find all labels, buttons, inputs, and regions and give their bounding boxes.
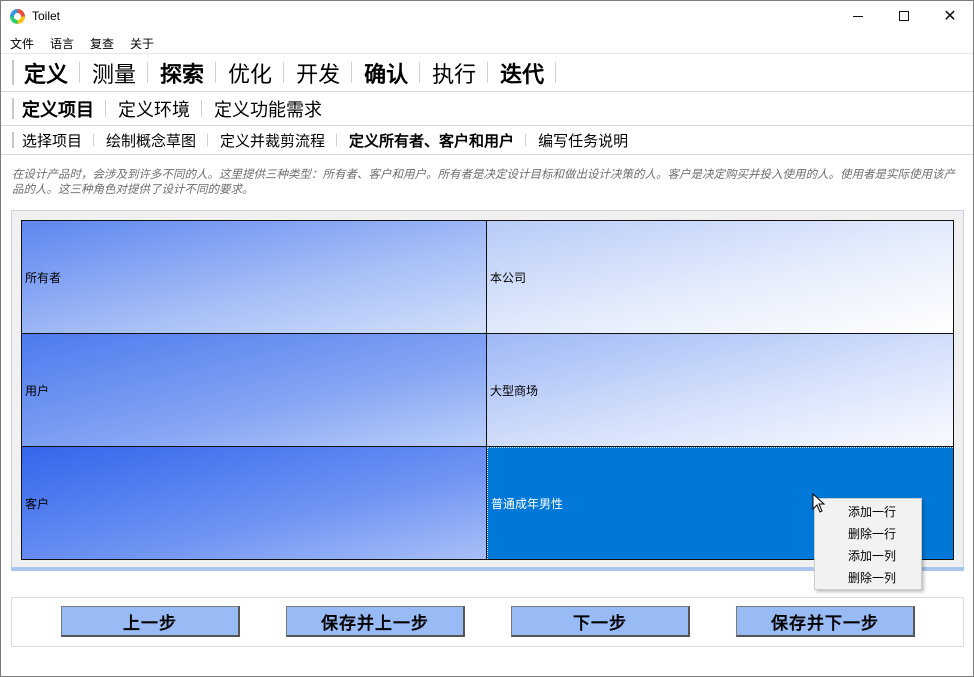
tab-label: 定义所有者、客户和用户 [349,131,515,150]
tab-select-project[interactable]: 选择项目 [10,126,95,154]
tab-optimize[interactable]: 优化 [216,54,285,91]
maximize-icon [899,11,909,21]
table-cell-value[interactable]: 本公司 [487,221,953,334]
minimize-icon [853,15,863,17]
tab-execute[interactable]: 执行 [420,54,489,91]
tab-define-process[interactable]: 定义并裁剪流程 [208,126,338,154]
tab-develop[interactable]: 开发 [284,54,353,91]
tab-define-requirements[interactable]: 定义功能需求 [202,92,334,125]
tab-label: 绘制概念草图 [106,131,197,150]
tab-label: 优化 [228,62,273,88]
tab-label: 编写任务说明 [538,131,629,150]
tab-iterate[interactable]: 迭代 [488,54,557,91]
app-logo-icon [10,9,25,24]
step-tab-bar: 选择项目 绘制概念草图 定义并裁剪流程 定义所有者、客户和用户 编写任务说明 [1,125,973,155]
window-title: Toilet [32,9,61,23]
tab-label: 探索 [160,62,205,88]
menu-review[interactable]: 复查 [90,35,114,52]
tab-label: 定义项目 [22,99,94,121]
minimize-button[interactable] [835,1,881,31]
title-bar: Toilet ✕ [1,1,973,32]
menu-language[interactable]: 语言 [50,35,74,52]
tab-label: 开发 [296,62,341,88]
tab-draw-sketch[interactable]: 绘制概念草图 [94,126,209,154]
sub-tab-bar: 定义项目 定义环境 定义功能需求 [1,91,973,125]
tab-define-project[interactable]: 定义项目 [10,92,106,125]
tab-label: 定义并裁剪流程 [220,131,326,150]
app-window: Toilet ✕ 文件 语言 复查 关于 定义 测量 探索 优化 开发 确认 执… [0,0,974,677]
tab-label: 执行 [432,62,477,88]
menu-bar: 文件 语言 复查 关于 [1,32,973,52]
table-cell-role[interactable]: 客户 [22,447,487,559]
mouse-cursor-icon [812,493,826,513]
table-cell-role[interactable]: 所有者 [22,221,487,334]
tab-define-owners[interactable]: 定义所有者、客户和用户 [337,126,527,154]
menu-item-delete-row[interactable]: 删除一行 [848,523,896,545]
tab-label: 迭代 [500,62,545,88]
prev-button[interactable]: 上一步 [61,606,240,637]
next-button[interactable]: 下一步 [511,606,690,637]
tab-label: 确认 [364,62,409,88]
save-prev-button[interactable]: 保存并上一步 [286,606,465,637]
tab-define[interactable]: 定义 [12,54,81,91]
tab-write-mission[interactable]: 编写任务说明 [526,126,640,154]
phase-tab-bar: 定义 测量 探索 优化 开发 确认 执行 迭代 [1,53,973,91]
tab-explore[interactable]: 探索 [148,54,217,91]
tab-label: 测量 [92,62,137,88]
tab-label: 定义 [24,62,69,88]
tab-label: 定义功能需求 [214,99,322,121]
tab-measure[interactable]: 测量 [80,54,149,91]
table-cell-role[interactable]: 用户 [22,334,487,447]
tab-confirm[interactable]: 确认 [352,54,421,91]
menu-item-add-row[interactable]: 添加一行 [848,501,896,523]
close-button[interactable]: ✕ [927,1,973,31]
tab-label: 选择项目 [22,131,83,150]
context-menu: 添加一行 删除一行 添加一列 删除一列 [814,498,922,590]
menu-about[interactable]: 关于 [130,35,154,52]
menu-item-delete-column[interactable]: 删除一列 [848,567,896,589]
table-cell-value[interactable]: 大型商场 [487,334,953,447]
save-next-button[interactable]: 保存并下一步 [736,606,915,637]
description-text: 在设计产品时，会涉及到许多不同的人。这里提供三种类型：所有者、客户和用户。所有者… [12,167,955,196]
tab-label: 定义环境 [118,99,190,121]
maximize-button[interactable] [881,1,927,31]
close-icon: ✕ [943,6,957,25]
menu-item-add-column[interactable]: 添加一列 [848,545,896,567]
menu-file[interactable]: 文件 [10,35,34,52]
tab-define-environment[interactable]: 定义环境 [106,92,202,125]
